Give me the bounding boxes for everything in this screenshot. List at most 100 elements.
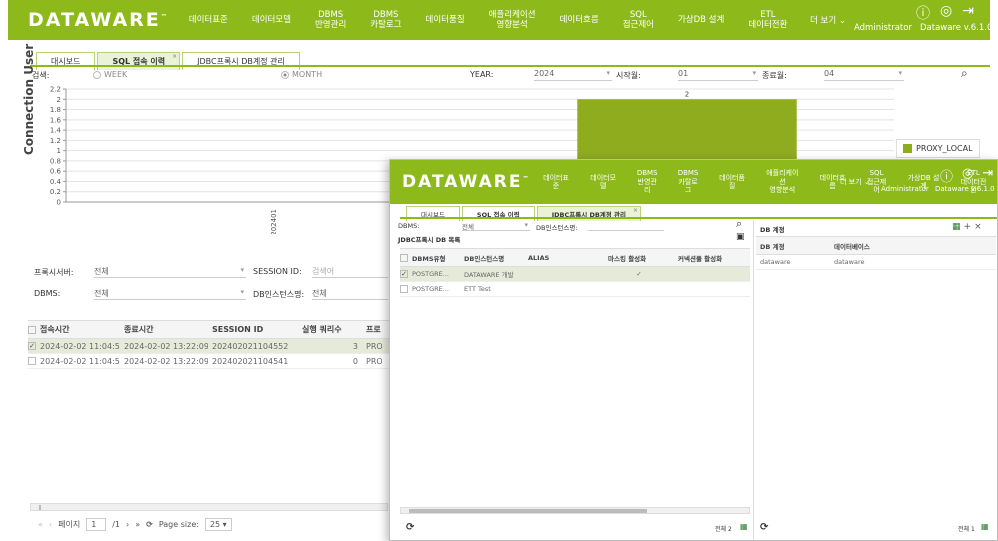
- menu-item[interactable]: 데이터품질: [717, 174, 748, 191]
- row-checkbox[interactable]: ✓: [400, 270, 408, 278]
- year-value: 2024: [534, 69, 555, 78]
- radio-month-circle[interactable]: [281, 70, 289, 79]
- menu-item[interactable]: DBMS 반영관리: [635, 169, 660, 194]
- column-header[interactable]: DB 계정: [756, 241, 830, 251]
- help-icon[interactable]: ⓘ: [916, 3, 930, 23]
- table-row[interactable]: ✓ 2024-02-02 11:04:55 2024-02-02 13:22:09 2…: [28, 339, 392, 354]
- page-size-select[interactable]: 25 ▾: [204, 518, 232, 531]
- menu-item[interactable]: 데이터품질: [426, 15, 465, 25]
- add-icon[interactable]: +: [964, 222, 975, 232]
- prev-page-icon[interactable]: ‹: [49, 520, 52, 529]
- column-header[interactable]: 종료시간: [120, 324, 208, 335]
- menu-item[interactable]: DBMS 반영관리: [315, 10, 346, 30]
- delete-icon[interactable]: ×: [974, 222, 985, 232]
- top-icons: ⓘ ◎ ⇥: [916, 3, 974, 23]
- scroll-thumb[interactable]: [39, 505, 41, 510]
- select-all-checkbox[interactable]: [28, 325, 36, 334]
- column-header[interactable]: DB인스턴스명: [460, 253, 524, 263]
- logout-icon[interactable]: ⇥: [982, 166, 993, 185]
- table-row[interactable]: dataware dataware: [756, 255, 996, 270]
- row-checkbox[interactable]: ✓: [28, 342, 36, 350]
- page-input[interactable]: 1: [86, 518, 107, 531]
- save-icon[interactable]: ▣: [736, 232, 745, 242]
- radio-week-circle[interactable]: [93, 70, 101, 79]
- column-header[interactable]: 커넥션풀 활성화: [674, 253, 734, 263]
- table-row[interactable]: 2024-02-02 11:04:54 2024-02-02 13:22:09 20…: [28, 354, 392, 369]
- radio-month[interactable]: MONTH: [281, 70, 322, 79]
- row-checkbox[interactable]: [28, 357, 36, 365]
- search-icon[interactable]: ⌕: [736, 217, 742, 231]
- column-header[interactable]: 실행 쿼리수: [298, 324, 362, 335]
- refresh-icon[interactable]: ⟳: [146, 520, 153, 529]
- logout-icon[interactable]: ⇥: [962, 3, 974, 23]
- dbms-select[interactable]: 전체 ▾: [94, 288, 246, 300]
- tab-jdbc-account[interactable]: JDBC프록시 DB계정 관리: [182, 52, 300, 70]
- menu-item[interactable]: ETL 데이터전환: [748, 10, 787, 30]
- column-header[interactable]: 접속시간: [36, 324, 120, 335]
- user-icon[interactable]: ◎: [940, 3, 952, 23]
- column-header[interactable]: 마스킹 활성화: [604, 253, 674, 263]
- end-month-select[interactable]: 04 ▾: [824, 69, 904, 81]
- tab-sql-history[interactable]: SQL 접속 이력 ×: [97, 52, 181, 70]
- row-checkbox[interactable]: [400, 285, 408, 293]
- proxy-server-select[interactable]: 전체 ▾: [94, 266, 246, 278]
- instance-select[interactable]: 전체: [312, 288, 388, 300]
- table-row[interactable]: POSTGRE... ETT Test: [400, 282, 750, 297]
- close-tab-icon[interactable]: ×: [172, 53, 177, 60]
- menu-item[interactable]: 데이터표준: [540, 174, 571, 191]
- menu-item[interactable]: 데이터흐름: [560, 15, 599, 25]
- refresh-icon[interactable]: ⟳: [406, 522, 414, 533]
- session-grid: 접속시간 종료시간 SESSION ID 실행 쿼리수 프로 ✓ 2024-02-02 11…: [28, 320, 392, 369]
- table-cell: ✓: [636, 270, 642, 278]
- page-label: 페이지: [58, 520, 81, 529]
- close-tab-icon[interactable]: ×: [633, 207, 638, 214]
- y-tick-label: 0: [57, 199, 61, 207]
- table-row[interactable]: ✓ POSTGRE... DATAWARE 개발 ✓: [400, 267, 750, 282]
- menu-item[interactable]: 데이터표준: [189, 15, 228, 25]
- app-logo[interactable]: DATAWARE™: [28, 9, 167, 31]
- horizontal-scrollbar[interactable]: [30, 503, 388, 511]
- more-menu-button[interactable]: 더 보기 ⌄: [810, 14, 846, 26]
- dbms-select[interactable]: 전체 ▾: [462, 221, 530, 231]
- menu-item[interactable]: 가상DB 설계: [678, 15, 724, 25]
- column-header[interactable]: DBMS유형: [408, 253, 460, 263]
- app-logo[interactable]: DATAWARE™: [402, 172, 528, 192]
- menu-item[interactable]: DBMS 카탈로그: [370, 10, 401, 30]
- y-tick-label: 1: [57, 147, 61, 155]
- menu-item[interactable]: DBMS 카탈로그: [676, 169, 701, 194]
- y-tick-label: 1.6: [50, 116, 62, 124]
- excel-icon[interactable]: ▦: [740, 522, 748, 531]
- last-page-icon[interactable]: »: [135, 520, 140, 529]
- legend-swatch: [903, 144, 912, 153]
- menu-item[interactable]: 애플리케이션 영향분석: [489, 10, 536, 30]
- main-menu: 데이터표준 데이터모델 DBMS 반영관리 DBMS 카탈로그 데이터품질 애플리케이션 …: [177, 10, 800, 30]
- user-icon[interactable]: ◎: [962, 166, 973, 185]
- end-month-value: 04: [824, 69, 835, 78]
- column-header[interactable]: SESSION ID: [208, 325, 298, 334]
- scroll-thumb[interactable]: [409, 509, 647, 513]
- radio-week[interactable]: WEEK: [93, 70, 127, 79]
- next-page-icon[interactable]: ›: [126, 520, 129, 529]
- year-select[interactable]: 2024 ▾: [534, 69, 612, 81]
- excel-icon[interactable]: ▦: [952, 222, 964, 232]
- session-id-input[interactable]: 검색어: [312, 266, 388, 278]
- column-header[interactable]: 데이터베이스: [830, 241, 990, 251]
- column-header[interactable]: ALIAS: [524, 254, 604, 262]
- help-icon[interactable]: ⓘ: [940, 166, 953, 185]
- more-menu-button[interactable]: 더 보기 ⌄: [840, 177, 870, 187]
- instance-label: DB인스턴스명:: [536, 224, 578, 232]
- horizontal-scrollbar[interactable]: [400, 507, 750, 514]
- instance-input[interactable]: [588, 221, 664, 231]
- menu-item[interactable]: SQL 접근제어: [623, 10, 654, 30]
- start-month-select[interactable]: 01 ▾: [678, 69, 758, 81]
- menu-item[interactable]: 데이터모델: [588, 174, 619, 191]
- column-header[interactable]: 프로: [362, 324, 382, 335]
- menu-item[interactable]: 데이터모델: [252, 15, 291, 25]
- select-all-checkbox[interactable]: [400, 253, 408, 262]
- menu-item[interactable]: 애플리케이션 영향분석: [764, 169, 801, 194]
- tab-dashboard[interactable]: 대시보드: [36, 52, 96, 70]
- first-page-icon[interactable]: «: [38, 520, 43, 529]
- excel-icon[interactable]: ▦: [981, 522, 989, 531]
- search-icon[interactable]: ⌕: [961, 66, 968, 81]
- refresh-icon[interactable]: ⟳: [760, 522, 768, 533]
